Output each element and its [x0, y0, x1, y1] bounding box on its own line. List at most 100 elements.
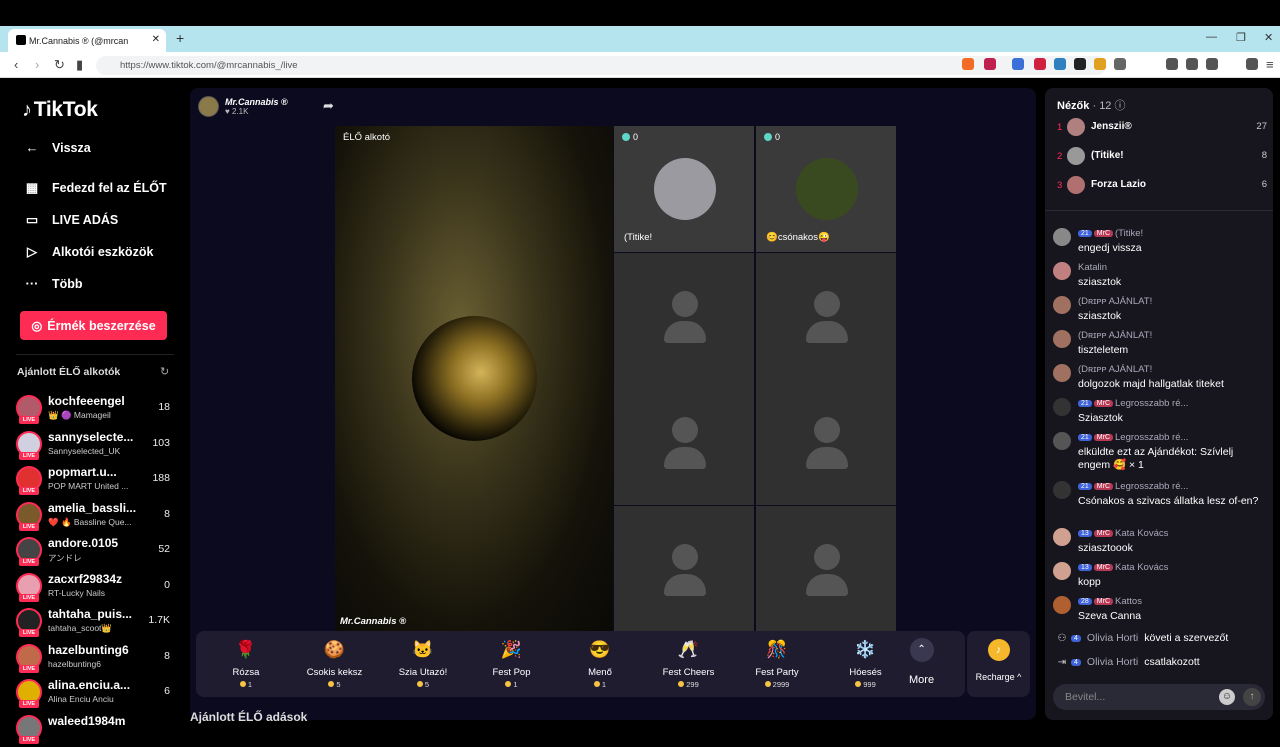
minimize-icon[interactable]: — [1206, 31, 1217, 43]
gift-name: Fest Party [755, 667, 799, 678]
gift-item[interactable]: ❄️ Hóesés 999 [822, 637, 910, 695]
bookmark-icon[interactable]: ▮ [76, 57, 83, 73]
empty-seat[interactable] [614, 379, 754, 505]
gift-item[interactable]: 🎉 Fest Pop 1 [468, 637, 556, 695]
top-viewer[interactable]: 3 Forza Lazio 6 [1057, 176, 1267, 196]
media-icon[interactable] [1166, 58, 1178, 70]
viewers-header[interactable]: Nézők · 12 ⓘ [1057, 97, 1126, 113]
stream-watermark: Mr.Cannabis ® [340, 616, 407, 627]
gift-item[interactable]: 😎 Menő 1 [556, 637, 644, 695]
chat-username: Legrosszabb ré... [1115, 481, 1189, 492]
forward-arrow-icon[interactable]: › [35, 57, 39, 72]
puzzle-extensions-icon[interactable] [1114, 58, 1126, 70]
creator-item[interactable]: LIVE tahtaha_puis... tahtaha_scoot👑 1.7K [14, 605, 174, 640]
tiktok-favicon-icon [16, 35, 26, 45]
creator-item[interactable]: LIVE sannyselecte... Sannyselected_UK 103 [14, 428, 174, 463]
guest-tile[interactable]: 0 (Titike! [614, 126, 754, 252]
guest-avatar [654, 158, 716, 220]
system-username: Olivia Horti [1086, 656, 1139, 668]
chat-input[interactable]: Bevitel... ☺ ↑ [1053, 684, 1265, 710]
info-icon[interactable]: ⓘ [1115, 100, 1126, 112]
new-tab-button[interactable]: + [176, 30, 184, 46]
translate-icon[interactable] [1012, 58, 1024, 70]
refresh-icon[interactable]: ↻ [160, 365, 169, 378]
person-body [664, 573, 706, 596]
gift-item[interactable]: 🐱 Szia Utazó! 5 [379, 637, 467, 695]
creator-item[interactable]: LIVE alina.enciu.a... Alina Enciu Anciu 6 [14, 676, 174, 711]
nav-go-live[interactable]: ▭ LIVE ADÁS [22, 212, 118, 228]
close-tab-icon[interactable]: ✕ [152, 34, 160, 45]
sidebar-toggle-icon[interactable] [1186, 58, 1198, 70]
chat-text: engedj vissza [1078, 242, 1142, 254]
creator-item[interactable]: LIVE zacxrf29834z RT-Lucky Nails 0 [14, 570, 174, 605]
back-link[interactable]: ← Vissza [22, 140, 91, 155]
level-badge: 13 [1078, 530, 1092, 537]
creator-item[interactable]: LIVE popmart.u... POP MART United ... 188 [14, 463, 174, 498]
vpn-icon[interactable] [1246, 58, 1258, 70]
gift-name: Menő [588, 667, 612, 678]
viewer-avatar [1067, 118, 1085, 136]
brave-shield-icon[interactable] [962, 58, 974, 70]
hls-extension-icon[interactable] [1054, 58, 1066, 70]
empty-seat[interactable] [614, 252, 754, 379]
empty-seat[interactable] [756, 379, 896, 505]
viewer-rank: 2 [1057, 151, 1063, 162]
more-gifts-button[interactable]: ⌃ More [909, 638, 934, 686]
back-arrow-icon[interactable]: ‹ [14, 57, 18, 72]
maximize-icon[interactable]: ❐ [1236, 31, 1246, 44]
chat-avatar [1053, 330, 1071, 348]
gift-item[interactable]: 🌹 Rózsa 1 [202, 637, 290, 695]
fan-badge: MrC [1093, 230, 1114, 237]
browser-tab[interactable]: Mr.Cannabis ® (@mrcan ✕ [8, 29, 166, 52]
emoji-icon[interactable]: ☺ [1219, 689, 1235, 705]
creator-item[interactable]: LIVE andore.0105 アンドレ 52 [14, 534, 174, 569]
window-close-icon[interactable]: ✕ [1264, 31, 1273, 44]
coin-icon [678, 681, 685, 687]
recharge-button[interactable]: ♪ Recharge ^ [967, 631, 1030, 697]
top-viewer[interactable]: 2 (Titike! 8 [1057, 147, 1267, 167]
gift-item[interactable]: 🍪 Csokis keksz 5 [291, 637, 379, 695]
live-badge: LIVE [19, 664, 39, 673]
coin-icon [764, 681, 771, 687]
creator-item[interactable]: LIVE hazelbunting6 hazelbunting6 8 [14, 641, 174, 676]
creator-subtitle: POP MART United ... [48, 481, 129, 491]
chat-username-line: 21 MrC Legrosszabb ré... [1078, 432, 1268, 443]
tiktok-logo[interactable]: ♪TikTok [22, 98, 98, 122]
nav-label: Fedezd fel az ÉLŐT [52, 181, 167, 195]
share-icon[interactable]: ➦ [323, 98, 334, 114]
get-coins-button[interactable]: ◎ Érmék beszerzése [20, 311, 167, 340]
level-badge: 21 [1078, 483, 1092, 490]
gift-item[interactable]: 🎊 Fest Party 2999 [733, 637, 821, 695]
gift-name: Szia Utazó! [398, 667, 448, 678]
guest-tile[interactable]: 0 😊csónakos😜 [756, 126, 896, 252]
extension-color-icon[interactable] [1094, 58, 1106, 70]
viewer-count: 52 [158, 543, 170, 555]
creator-item[interactable]: LIVE waleed1984m [14, 712, 174, 747]
creator-item[interactable]: LIVE amelia_bassli... ❤️ 🔥 Bassline Que...… [14, 499, 174, 534]
top-viewer[interactable]: 1 Jenszii® 27 [1057, 118, 1267, 138]
gift-item[interactable]: 🥂 Fest Cheers 299 [645, 637, 733, 695]
level-badge: 28 [1078, 598, 1092, 605]
viewer-count: 188 [152, 472, 170, 484]
wallet-icon[interactable] [1206, 58, 1218, 70]
chat-panel: Nézők · 12 ⓘ 1 Jenszii® 27 2 (Titike! 8 3 Forza… [1045, 88, 1273, 720]
nav-creator-tools[interactable]: ▷ Alkotói eszközök [22, 244, 153, 260]
empty-seat[interactable] [756, 252, 896, 379]
rewards-icon[interactable] [984, 58, 996, 70]
live-badge: LIVE [19, 629, 39, 637]
nav-explore-live[interactable]: ▦ Fedezd fel az ÉLŐT [22, 180, 167, 196]
reload-icon[interactable]: ↻ [54, 57, 65, 73]
creator-item[interactable]: LIVE kochfeeengel 👑 🟣 Mamageil 18 [14, 392, 174, 427]
empty-seat[interactable] [614, 505, 754, 632]
chat-avatar [1053, 596, 1071, 614]
url-field[interactable]: https://www.tiktok.com/@mrcannabis_/live [96, 56, 1106, 75]
extension-k-icon[interactable] [1034, 58, 1046, 70]
send-icon[interactable]: ↑ [1243, 688, 1261, 706]
extension-globe-icon[interactable] [1074, 58, 1086, 70]
host-avatar[interactable] [198, 96, 219, 117]
host-info[interactable]: Mr.Cannabis ® ♥ 2.1K [198, 96, 288, 117]
main-video[interactable]: ÉLŐ alkotó Mr.Cannabis ® [335, 126, 613, 631]
menu-icon[interactable]: ≡ [1266, 57, 1274, 72]
empty-seat[interactable] [756, 505, 896, 632]
nav-more[interactable]: ··· Több [22, 276, 83, 291]
